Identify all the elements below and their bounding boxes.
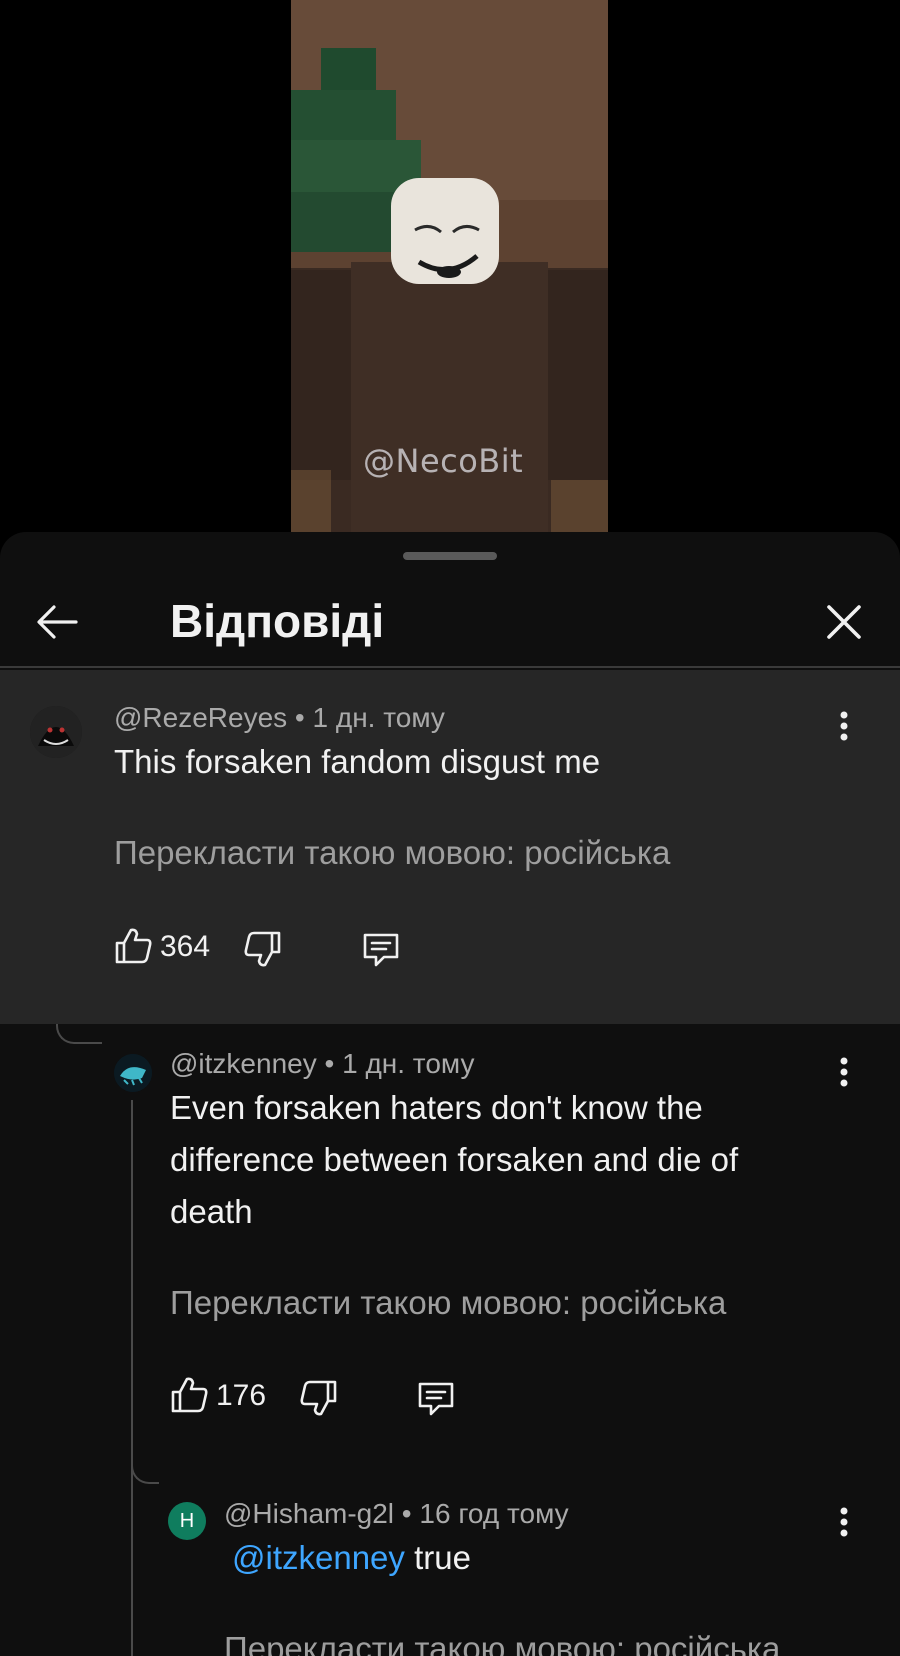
more-vert-icon	[840, 1507, 848, 1537]
avatar[interactable]	[30, 706, 82, 758]
back-button[interactable]	[28, 592, 88, 652]
thumbs-down-icon	[244, 931, 281, 967]
reply-author[interactable]: @Hisham-g2l	[224, 1498, 394, 1529]
replies-sheet: Відповіді @RezeReyes • 1 дн. тому This f…	[0, 532, 900, 1656]
reply-time: 16 год тому	[419, 1498, 569, 1529]
reply-icon	[418, 1382, 454, 1416]
comment-more-button[interactable]	[824, 706, 864, 746]
app-root: @NecoBit Відповіді @RezeReyes • 1 дн. то…	[0, 0, 900, 1656]
more-vert-icon	[840, 711, 848, 741]
sheet-title: Відповіді	[170, 595, 385, 647]
close-icon	[827, 605, 861, 639]
video-watermark: @NecoBit	[363, 442, 524, 480]
avatar-image	[114, 1054, 152, 1092]
reply-meta: @itzkenney • 1 дн. тому	[170, 1048, 474, 1080]
reply-time: 1 дн. тому	[342, 1048, 475, 1079]
comment-text: This forsaken fandom disgust me	[114, 743, 601, 780]
comment-time: 1 дн. тому	[312, 702, 445, 733]
comment-author[interactable]: @RezeReyes	[114, 702, 287, 733]
reply-text-line: death	[170, 1193, 253, 1230]
reply-text-body: true	[414, 1539, 471, 1576]
translate-link[interactable]: Перекласти такою мовою: російська	[224, 1630, 780, 1656]
drag-handle[interactable]	[403, 552, 497, 560]
dislike-button[interactable]	[298, 1377, 340, 1419]
meta-separator: •	[287, 702, 313, 733]
avatar-letter: H	[179, 1509, 195, 1532]
like-count: 364	[160, 930, 211, 963]
reply-text-line: Even forsaken haters don't know the	[170, 1089, 703, 1126]
video-player[interactable]: @NecoBit	[0, 0, 900, 532]
avatar-image	[30, 706, 82, 758]
thumbs-up-icon	[171, 1377, 208, 1413]
like-button[interactable]	[112, 925, 154, 967]
mention-link[interactable]: @itzkenney	[232, 1539, 405, 1576]
reply-more-button[interactable]	[824, 1502, 864, 1542]
close-button[interactable]	[814, 592, 874, 652]
avatar[interactable]	[114, 1054, 152, 1092]
reply-text: @itzkenney true	[232, 1532, 471, 1584]
meta-separator: •	[316, 1048, 343, 1079]
reply-author[interactable]: @itzkenney	[170, 1048, 317, 1079]
video-frame: @NecoBit	[291, 0, 608, 532]
reply-text-line: difference between forsaken and die of	[170, 1141, 739, 1178]
reply-button[interactable]	[360, 928, 402, 970]
comment-meta: @RezeReyes • 1 дн. тому	[114, 702, 445, 734]
thumbs-up-icon	[115, 928, 152, 964]
reply-button[interactable]	[415, 1377, 457, 1419]
translate-link[interactable]: Перекласти такою мовою: російська	[114, 834, 670, 872]
reply-icon	[363, 933, 399, 967]
reply-meta: @Hisham-g2l • 16 год тому	[224, 1498, 569, 1530]
dislike-button[interactable]	[242, 928, 284, 970]
like-count: 176	[216, 1379, 267, 1412]
meta-separator: •	[394, 1498, 420, 1529]
back-arrow-icon	[37, 605, 78, 639]
avatar[interactable]: H	[168, 1502, 206, 1540]
thumbs-down-icon	[300, 1380, 337, 1416]
reply-text: Even forsaken haters don't know the diff…	[170, 1082, 850, 1238]
thread-line-sub	[131, 1100, 133, 1656]
like-button[interactable]	[168, 1374, 210, 1416]
sheet-header: Відповіді	[0, 572, 900, 668]
translate-link[interactable]: Перекласти такою мовою: російська	[170, 1284, 726, 1322]
thread-branch-2	[131, 1432, 159, 1484]
